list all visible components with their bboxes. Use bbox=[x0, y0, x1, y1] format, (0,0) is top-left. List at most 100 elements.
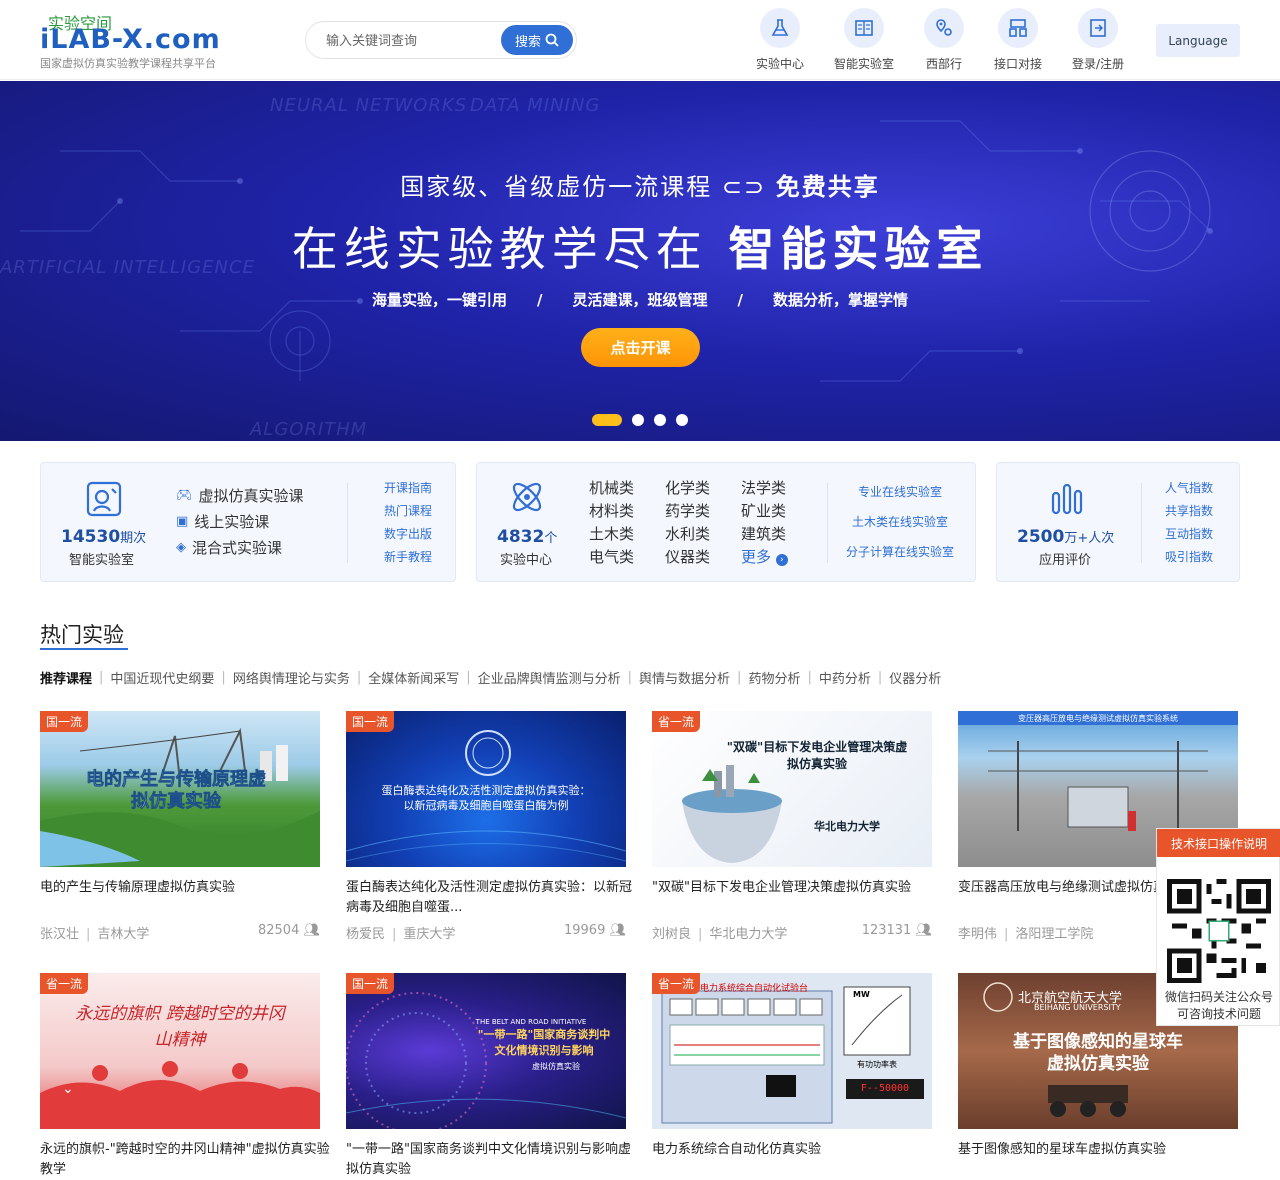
evaluation-count: 2500万+人次 bbox=[1017, 527, 1114, 547]
more-label: 更多 bbox=[741, 548, 772, 566]
nav-api[interactable]: 接口对接 bbox=[978, 8, 1058, 72]
search-input[interactable] bbox=[326, 31, 496, 51]
category-mechanical[interactable]: 机械类 bbox=[589, 477, 634, 498]
smart-lab-number: 14530 bbox=[61, 527, 121, 547]
category-civil[interactable]: 土木类 bbox=[589, 523, 634, 544]
tab-news-writing[interactable]: 全媒体新闻采写 bbox=[368, 668, 459, 687]
bg-decoration-text: ALGORITHM bbox=[250, 419, 368, 440]
type-label: 混合式实验课 bbox=[192, 539, 283, 557]
carousel-dot[interactable] bbox=[654, 414, 666, 426]
site-header: 实验空间 iLAB-X.com 国家虚拟仿真实验教学课程共享平台 搜索 实验中心… bbox=[0, 0, 1280, 80]
course-title[interactable]: 电的产生与传输原理虚拟仿真实验 bbox=[40, 878, 330, 898]
nav-lab-center[interactable]: 实验中心 bbox=[740, 8, 820, 72]
search-box: 搜索 bbox=[305, 21, 577, 59]
category-materials[interactable]: 材料类 bbox=[589, 500, 634, 521]
course-thumbnail[interactable]: 国一流 蛋白酶表达纯化及活性测定虚拟仿真实验：以新冠病毒及细胞自噬蛋白酶为例 bbox=[346, 711, 626, 867]
carousel-dot[interactable] bbox=[592, 414, 622, 426]
course-title[interactable]: "一带一路"国家商务谈判中文化情境识别与影响虚拟仿真实验 bbox=[346, 1140, 636, 1180]
tab-data-analysis[interactable]: 舆情与数据分析 bbox=[639, 668, 730, 687]
flask-icon bbox=[760, 8, 800, 48]
category-pharmacy[interactable]: 药学类 bbox=[665, 500, 710, 521]
stats-lab-center: 4832个 实验中心 机械类 化学类 法学类 材料类 药学类 矿业类 土木类 水… bbox=[476, 462, 976, 582]
banner-main-title: 在线实验教学尽在 智能实验室 bbox=[0, 213, 1280, 279]
banner-headline-a: 国家级、省级虚仿一流课程 bbox=[400, 173, 713, 201]
carousel-dot[interactable] bbox=[632, 414, 644, 426]
tab-modern-history[interactable]: 中国近现代史纲要 bbox=[110, 668, 214, 687]
more-categories-link[interactable]: 更多 › bbox=[741, 546, 788, 567]
course-thumbnail[interactable]: 国一流 电的产生与传输原理虚拟仿真实验 bbox=[40, 711, 320, 867]
link-popularity-index[interactable]: 人气指数 bbox=[1165, 479, 1213, 496]
tab-recommended[interactable]: 推荐课程 bbox=[40, 668, 92, 687]
course-teacher: 张汉壮 bbox=[40, 927, 80, 942]
category-mining[interactable]: 矿业类 bbox=[741, 500, 786, 521]
course-thumbnail[interactable]: 省一流 永远的旗帜 跨越时空的井冈山精神 ⌄ bbox=[40, 973, 320, 1129]
category-law[interactable]: 法学类 bbox=[741, 477, 786, 498]
chevron-down-icon[interactable]: ⌄ bbox=[62, 1081, 74, 1097]
link-beginner-tutorial[interactable]: 新手教程 bbox=[384, 548, 432, 565]
link-digital-publish[interactable]: 数字出版 bbox=[384, 525, 432, 542]
language-button[interactable]: Language bbox=[1156, 24, 1240, 57]
tab-tcm-analysis[interactable]: 中药分析 bbox=[819, 668, 871, 687]
link-civil-lab[interactable]: 土木类在线实验室 bbox=[852, 513, 948, 530]
nav-smart-lab[interactable]: 智能实验室 bbox=[824, 8, 904, 72]
nav-label: 实验中心 bbox=[755, 57, 804, 71]
course-title[interactable]: 变压器高压放电与绝缘测试虚拟仿真实验 bbox=[958, 878, 1158, 898]
thumbnail-meter-unit: MW bbox=[853, 990, 870, 999]
course-title[interactable]: 永远的旗帜-"跨越时空的井冈山精神"虚拟仿真实验教学 bbox=[40, 1140, 330, 1180]
course-title[interactable]: "双碳"目标下发电企业管理决策虚拟仿真实验 bbox=[652, 878, 942, 898]
type-hybrid[interactable]: ◈ 混合式实验课 bbox=[176, 537, 282, 558]
course-school: 洛阳理工学院 bbox=[1015, 927, 1094, 942]
category-instrument[interactable]: 仪器类 bbox=[665, 546, 710, 567]
course-meta: 杨爱民 | 重庆大学 19969 👥︎ bbox=[346, 923, 626, 942]
wechat-qr-panel: 技术接口操作说明 微信扫码关注公众号可咨询技术问题 bbox=[1156, 828, 1280, 1026]
site-logo[interactable]: 实验空间 iLAB-X.com 国家虚拟仿真实验教学课程共享平台 bbox=[40, 10, 250, 70]
users-icon: 👥︎ bbox=[915, 923, 932, 938]
nav-login[interactable]: 登录/注册 bbox=[1058, 8, 1138, 72]
thumbnail-title: "双碳"目标下发电企业管理决策虚拟仿真实验 bbox=[726, 740, 908, 771]
tab-public-opinion[interactable]: 网络舆情理论与实务 bbox=[233, 668, 350, 687]
course-meta: 张汉壮 | 吉林大学 82504 👥︎ bbox=[40, 923, 320, 942]
start-course-button[interactable]: 点击开课 bbox=[581, 328, 700, 367]
category-electrical[interactable]: 电气类 bbox=[589, 546, 634, 567]
course-title[interactable]: 电力系统综合自动化仿真实验 bbox=[652, 1140, 942, 1160]
tab-brand-monitoring[interactable]: 企业品牌舆情监测与分析 bbox=[478, 668, 621, 687]
course-title[interactable]: 蛋白酶表达纯化及活性测定虚拟仿真实验：以新冠病毒及细胞自噬蛋... bbox=[346, 878, 636, 918]
link-share-index[interactable]: 共享指数 bbox=[1165, 502, 1213, 519]
api-guide-button[interactable]: 技术接口操作说明 bbox=[1157, 829, 1280, 857]
carousel-dot[interactable] bbox=[676, 414, 688, 426]
category-architecture[interactable]: 建筑类 bbox=[741, 523, 786, 544]
tab-drug-analysis[interactable]: 药物分析 bbox=[748, 668, 800, 687]
search-button-label: 搜索 bbox=[514, 34, 541, 50]
link-course-guide[interactable]: 开课指南 bbox=[384, 479, 432, 496]
category-water[interactable]: 水利类 bbox=[665, 523, 710, 544]
hero-banner[interactable]: NEURAL NETWORKS DATA MINING ARTIFICIAL I… bbox=[0, 81, 1280, 441]
link-hot-courses[interactable]: 热门课程 bbox=[384, 502, 432, 519]
course-thumbnail[interactable]: 省一流 "双碳"目标下发电企业管理决策虚拟仿真实验 华北电力大学 bbox=[652, 711, 932, 867]
link-interaction-index[interactable]: 互动指数 bbox=[1165, 525, 1213, 542]
bg-decoration-text: NEURAL NETWORKS bbox=[270, 95, 468, 116]
users-icon: 👥︎ bbox=[609, 923, 626, 938]
banner-main-title-a: 在线实验教学尽在 bbox=[291, 222, 708, 276]
section-title-underline bbox=[40, 648, 128, 650]
course-views-number: 82504 bbox=[257, 923, 300, 938]
thumbnail-title: 变压器高压放电与绝缘测试虚拟仿真实验系统 bbox=[1018, 714, 1178, 723]
nav-west[interactable]: 西部行 bbox=[904, 8, 984, 72]
type-virtual-sim[interactable]: 🎮︎ 虚拟仿真实验课 bbox=[176, 485, 304, 506]
nav-label: 登录/注册 bbox=[1071, 57, 1125, 71]
course-title[interactable]: 基于图像感知的星球车虚拟仿真实验 bbox=[958, 1140, 1248, 1160]
carousel-dots bbox=[592, 414, 688, 426]
link-molecular-lab[interactable]: 分子计算在线实验室 bbox=[846, 543, 954, 560]
search-button[interactable]: 搜索 bbox=[501, 25, 573, 55]
link-attraction-index[interactable]: 吸引指数 bbox=[1165, 548, 1213, 565]
course-thumbnail[interactable]: 国一流 THE BELT AND ROAD INITIATIVE "一带一路"国… bbox=[346, 973, 626, 1129]
course-badge: 省一流 bbox=[652, 711, 701, 732]
type-label: 虚拟仿真实验课 bbox=[198, 487, 304, 505]
course-thumbnail[interactable]: 省一流 电力系统综合自动化试验台 MW 有功功率表 F--50000 bbox=[652, 973, 932, 1129]
category-chemistry[interactable]: 化学类 bbox=[665, 477, 710, 498]
thumbnail-title: 基于图像感知的星球车虚拟仿真实验 bbox=[1013, 1032, 1183, 1074]
thumbnail-meter-label: 有功功率表 bbox=[857, 1060, 897, 1069]
type-online[interactable]: ▣ 线上实验课 bbox=[176, 511, 269, 532]
tab-instrument-analysis[interactable]: 仪器分析 bbox=[889, 668, 941, 687]
link-professional-lab[interactable]: 专业在线实验室 bbox=[858, 483, 942, 500]
course-views-number: 19969 bbox=[563, 923, 606, 938]
